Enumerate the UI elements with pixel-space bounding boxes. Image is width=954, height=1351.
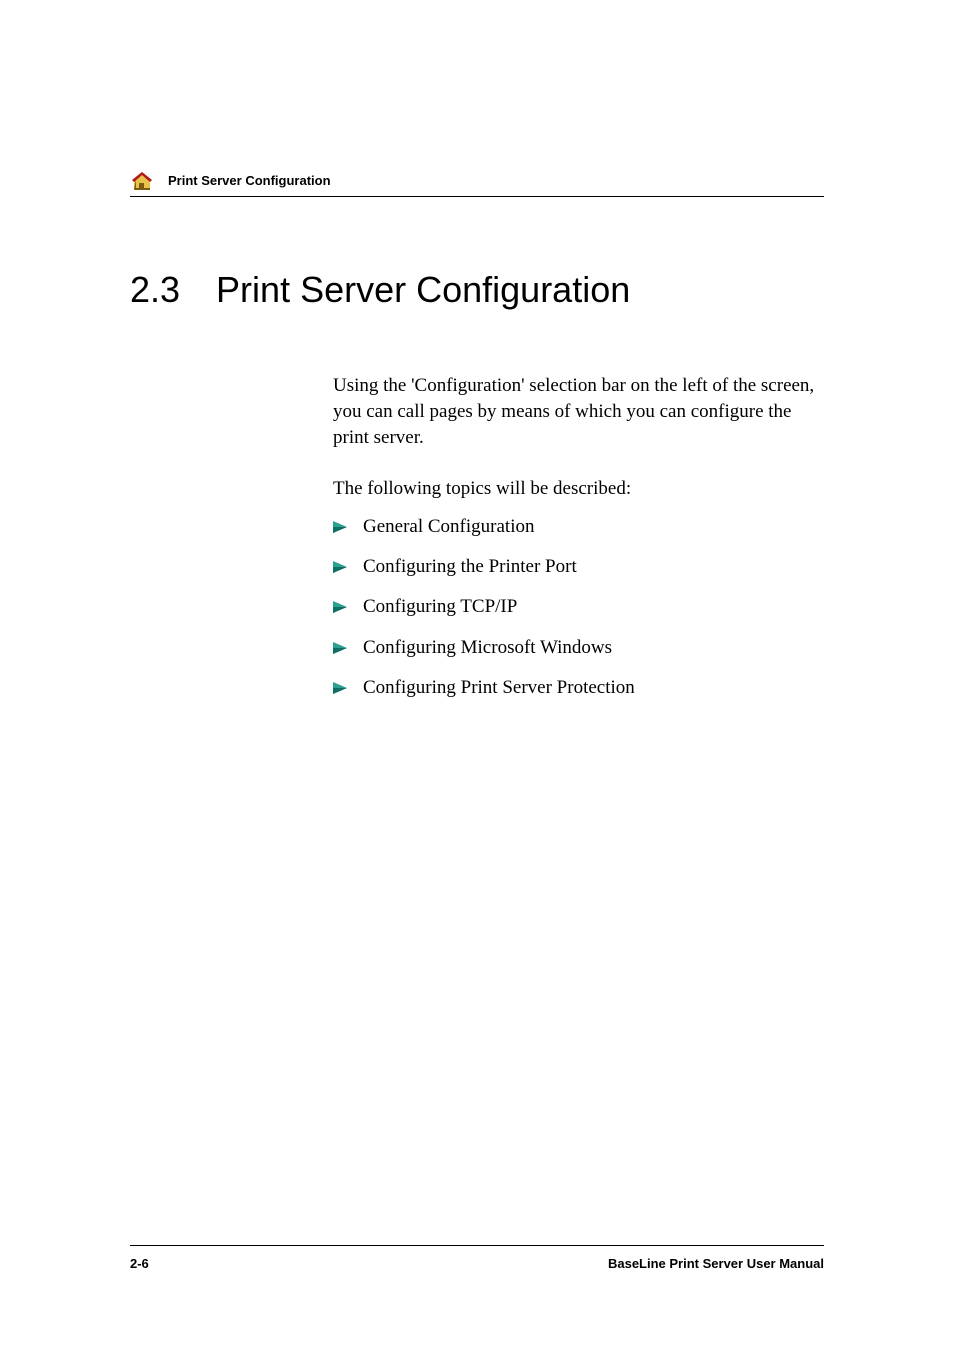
body-content: Using the 'Configuration' selection bar … [333,373,823,701]
header-title: Print Server Configuration [168,173,331,188]
page-footer: 2-6 BaseLine Print Server User Manual [130,1245,824,1271]
list-item: General Configuration [333,514,823,540]
list-item: Configuring Print Server Protection [333,675,823,701]
topics-intro: The following topics will be described: [333,476,823,502]
home-icon[interactable] [130,170,154,190]
list-item-label: Configuring the Printer Port [363,554,577,580]
bullet-arrow-icon [333,561,347,573]
section-heading: 2.3 Print Server Configuration [130,269,824,311]
list-item-label: Configuring Print Server Protection [363,675,635,701]
manual-title: BaseLine Print Server User Manual [608,1256,824,1271]
topic-list: General Configuration Configuring the Pr… [333,514,823,701]
bullet-arrow-icon [333,642,347,654]
intro-paragraph: Using the 'Configuration' selection bar … [333,373,823,452]
list-item: Configuring TCP/IP [333,594,823,620]
list-item-label: Configuring Microsoft Windows [363,635,612,661]
list-item: Configuring Microsoft Windows [333,635,823,661]
section-number: 2.3 [130,269,180,311]
bullet-arrow-icon [333,521,347,533]
page-number: 2-6 [130,1256,149,1271]
list-item: Configuring the Printer Port [333,554,823,580]
bullet-arrow-icon [333,682,347,694]
list-item-label: Configuring TCP/IP [363,594,517,620]
page-header: Print Server Configuration [130,170,824,197]
section-title: Print Server Configuration [216,269,630,311]
bullet-arrow-icon [333,601,347,613]
list-item-label: General Configuration [363,514,534,540]
